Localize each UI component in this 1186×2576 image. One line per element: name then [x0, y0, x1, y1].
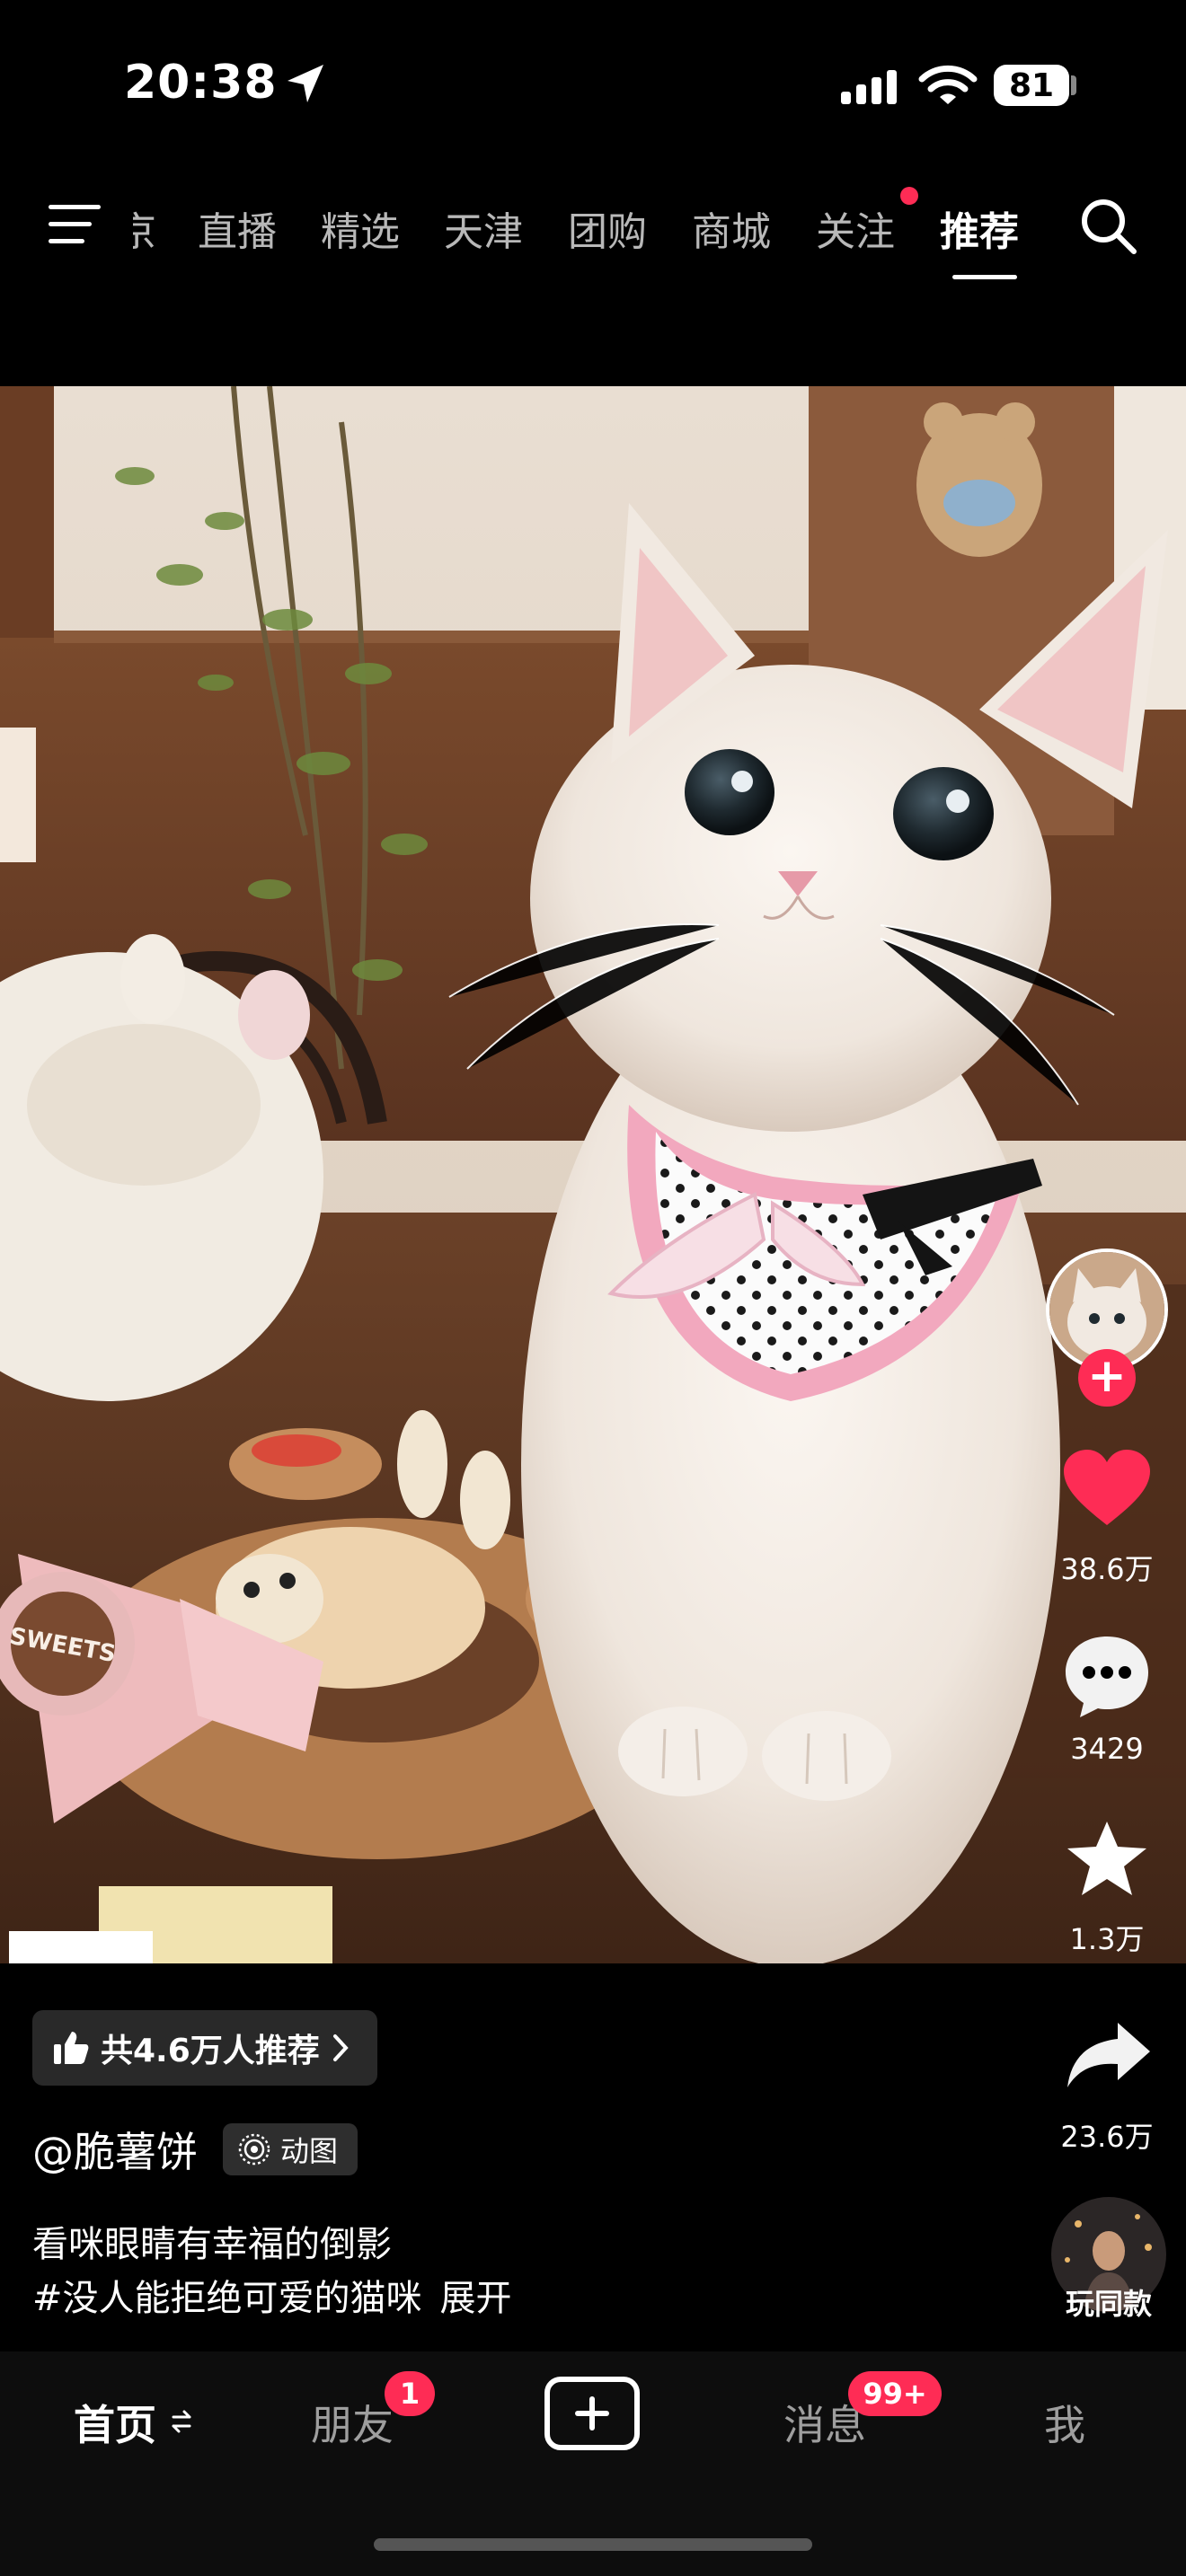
- wifi-icon: [918, 65, 978, 104]
- tab-live[interactable]: 直播: [198, 199, 277, 257]
- share-arrow-icon[interactable]: [1066, 2019, 1152, 2089]
- thumbs-up-icon: [54, 2032, 89, 2064]
- search-icon[interactable]: [1078, 196, 1139, 257]
- menu-icon[interactable]: [47, 201, 104, 248]
- like-count: 38.6万: [1060, 1552, 1154, 1586]
- share-count: 23.6万: [1060, 2120, 1154, 2154]
- tab-partial-clip: 京: [133, 180, 160, 269]
- follow-author-button[interactable]: +: [1078, 1349, 1136, 1407]
- nav-home[interactable]: 首页: [74, 2393, 156, 2452]
- messages-badge: 99+: [848, 2371, 942, 2416]
- hashtag-link[interactable]: #没人能拒绝可爱的猫咪: [32, 2278, 422, 2319]
- video-photo[interactable]: SWEETS: [0, 386, 1186, 1963]
- plus-icon: [575, 2396, 609, 2430]
- friends-badge: 1: [385, 2371, 435, 2416]
- favorite-count: 1.3万: [1069, 1922, 1145, 1956]
- comment-count: 3429: [1070, 1732, 1144, 1766]
- switch-arrows-icon[interactable]: [171, 2409, 192, 2434]
- status-time: 20:38: [124, 56, 278, 110]
- media-type-badge: 动图: [223, 2123, 358, 2175]
- description-line-1: 看咪眼睛有幸福的倒影: [32, 2224, 392, 2265]
- location-arrow-icon: [288, 65, 323, 102]
- active-tab-indicator: [952, 275, 1017, 279]
- create-post-button[interactable]: [544, 2377, 640, 2450]
- tab-following[interactable]: 关注: [816, 199, 895, 257]
- like-heart-icon[interactable]: [1062, 1448, 1152, 1529]
- chevron-right-icon: [332, 2034, 349, 2061]
- battery-indicator: 81: [994, 65, 1069, 106]
- tab-tianjin[interactable]: 天津: [444, 199, 523, 257]
- following-notification-dot: [900, 187, 918, 205]
- home-indicator: [374, 2538, 812, 2551]
- tab-recommend[interactable]: 推荐: [940, 199, 1019, 257]
- expand-description-button[interactable]: 展开: [440, 2278, 512, 2319]
- battery-tip: [1071, 75, 1076, 95]
- favorite-star-icon[interactable]: [1064, 1818, 1150, 1901]
- live-photo-icon: [238, 2133, 270, 2166]
- recommend-count-pill[interactable]: 共4.6万人推荐: [32, 2010, 377, 2086]
- comment-icon[interactable]: [1062, 1633, 1152, 1719]
- author-name[interactable]: @脆薯饼: [32, 2120, 198, 2179]
- cat-photo-illustration: SWEETS: [0, 386, 1186, 1963]
- tab-featured[interactable]: 精选: [321, 199, 400, 257]
- nav-friends[interactable]: 朋友: [311, 2393, 394, 2452]
- recommend-count-text: 共4.6万人推荐: [101, 2033, 320, 2069]
- cellular-signal-icon: [841, 70, 897, 104]
- same-style-label[interactable]: 玩同款: [1042, 2281, 1175, 2323]
- tab-group-buy[interactable]: 团购: [568, 199, 647, 257]
- description-line-2: #没人能拒绝可爱的猫咪 展开: [32, 2269, 512, 2321]
- tab-mall[interactable]: 商城: [692, 199, 771, 257]
- nav-me[interactable]: 我: [1044, 2393, 1085, 2452]
- tab-beijing-partial[interactable]: 京: [133, 199, 156, 257]
- media-type-label: 动图: [280, 2134, 339, 2168]
